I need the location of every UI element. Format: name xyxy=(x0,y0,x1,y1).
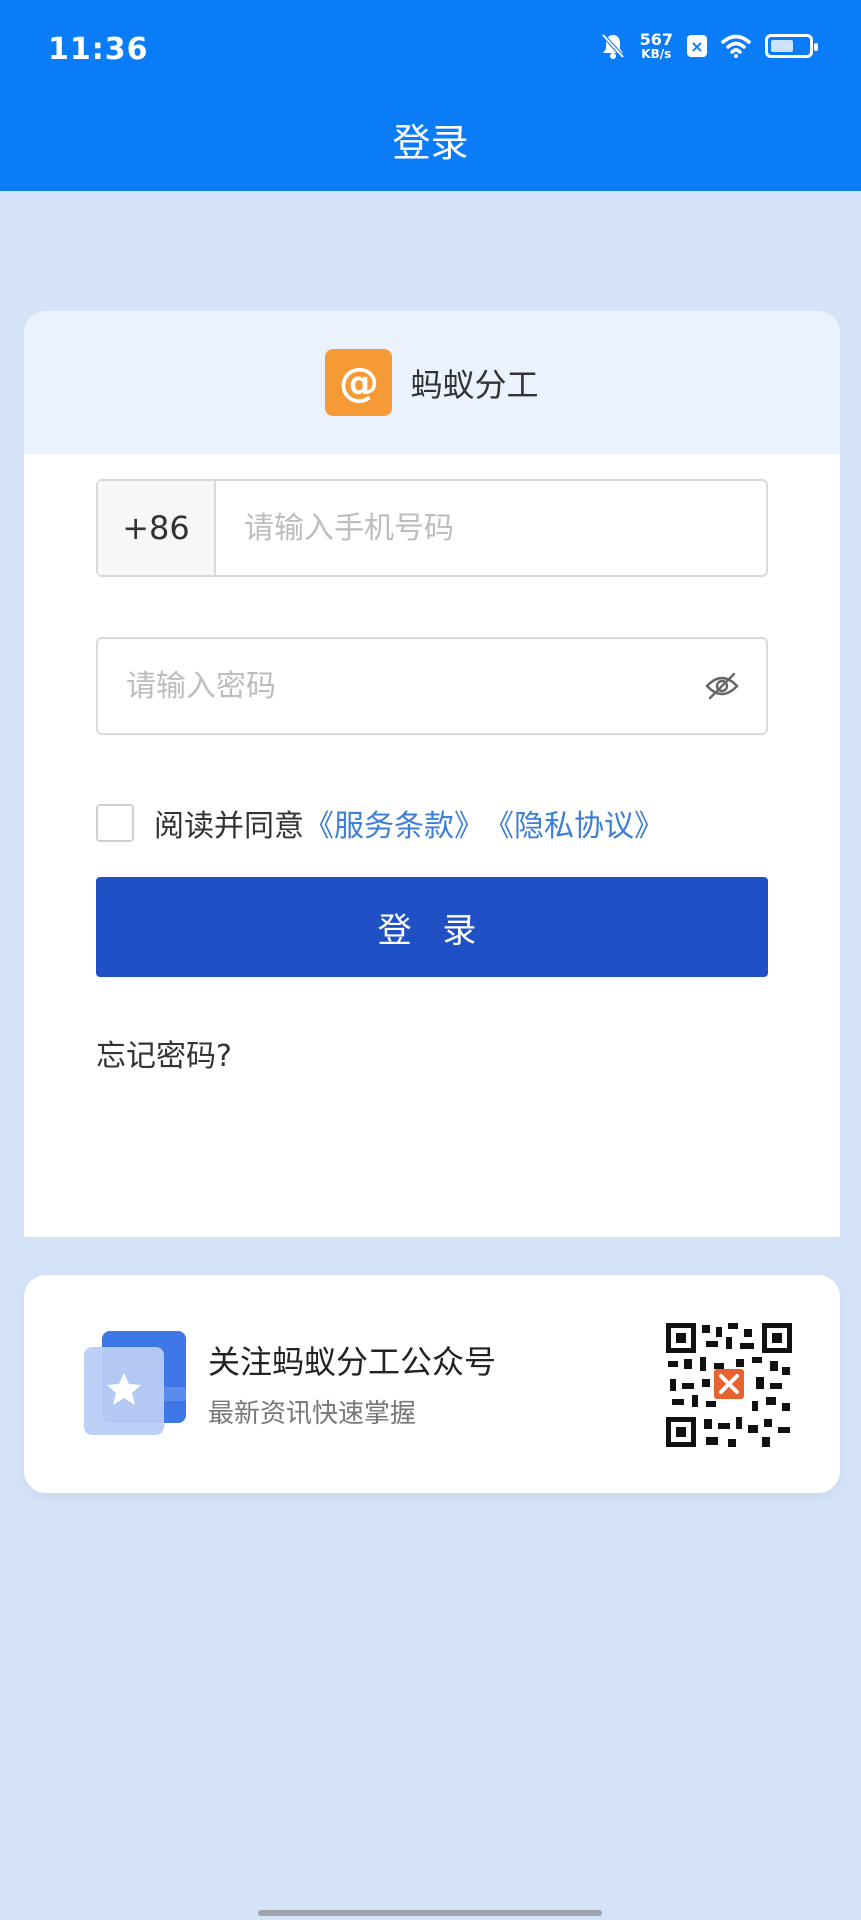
phone-field: +86 xyxy=(96,479,768,577)
star-card-icon xyxy=(84,1331,186,1435)
agree-checkbox[interactable] xyxy=(96,804,134,842)
app-logo: @ xyxy=(325,349,393,416)
home-indicator[interactable] xyxy=(258,1910,602,1916)
page-title: 登录 xyxy=(392,121,469,165)
card-header: @ 蚂蚁分工 xyxy=(24,311,840,454)
follow-card[interactable]: 关注蚂蚁分工公众号 最新资讯快速掌握 xyxy=(24,1275,840,1493)
network-speed-value: 567 xyxy=(639,30,673,49)
network-speed: 567 KB/s xyxy=(639,30,673,61)
login-screen: 11:36 567 KB/s × 登录 @ 蚂蚁分工 +86 请输入手机号码 阅… xyxy=(0,0,861,1920)
terms-link[interactable]: 《服务条款》 xyxy=(304,801,484,845)
privacy-link[interactable]: 《隐私协议》 xyxy=(484,801,664,845)
login-button[interactable]: 登 录 xyxy=(96,877,768,977)
status-time: 11:36 xyxy=(48,32,149,67)
eye-off-icon[interactable] xyxy=(690,639,754,733)
sim-icon: × xyxy=(687,35,707,57)
agreement-text: 阅读并同意 xyxy=(154,809,304,844)
password-input[interactable] xyxy=(98,639,690,733)
agreement-row: 阅读并同意 《服务条款》 《隐私协议》 xyxy=(96,801,664,845)
login-card: @ 蚂蚁分工 +86 阅读并同意 《服务条款》 《隐私协议》 登 录 xyxy=(24,311,840,1237)
phone-input[interactable] xyxy=(216,481,766,575)
wifi-icon xyxy=(721,34,751,58)
follow-title: 关注蚂蚁分工公众号 xyxy=(208,1343,497,1381)
battery-icon xyxy=(765,34,818,58)
follow-subtitle: 最新资讯快速掌握 xyxy=(208,1399,417,1429)
network-speed-unit: KB/s xyxy=(641,47,672,61)
password-field xyxy=(96,637,768,735)
app-name: 蚂蚁分工 xyxy=(410,365,539,404)
app-logo-glyph: @ xyxy=(338,359,379,406)
qr-code-icon[interactable] xyxy=(666,1323,792,1447)
bell-off-icon xyxy=(601,33,625,59)
country-code[interactable]: +86 xyxy=(98,481,216,575)
top-bar: 11:36 567 KB/s × 登录 xyxy=(0,0,861,191)
forgot-password-link[interactable]: 忘记密码? xyxy=(96,1031,232,1075)
status-icons: 567 KB/s × xyxy=(600,30,818,61)
battery-level xyxy=(771,40,793,52)
